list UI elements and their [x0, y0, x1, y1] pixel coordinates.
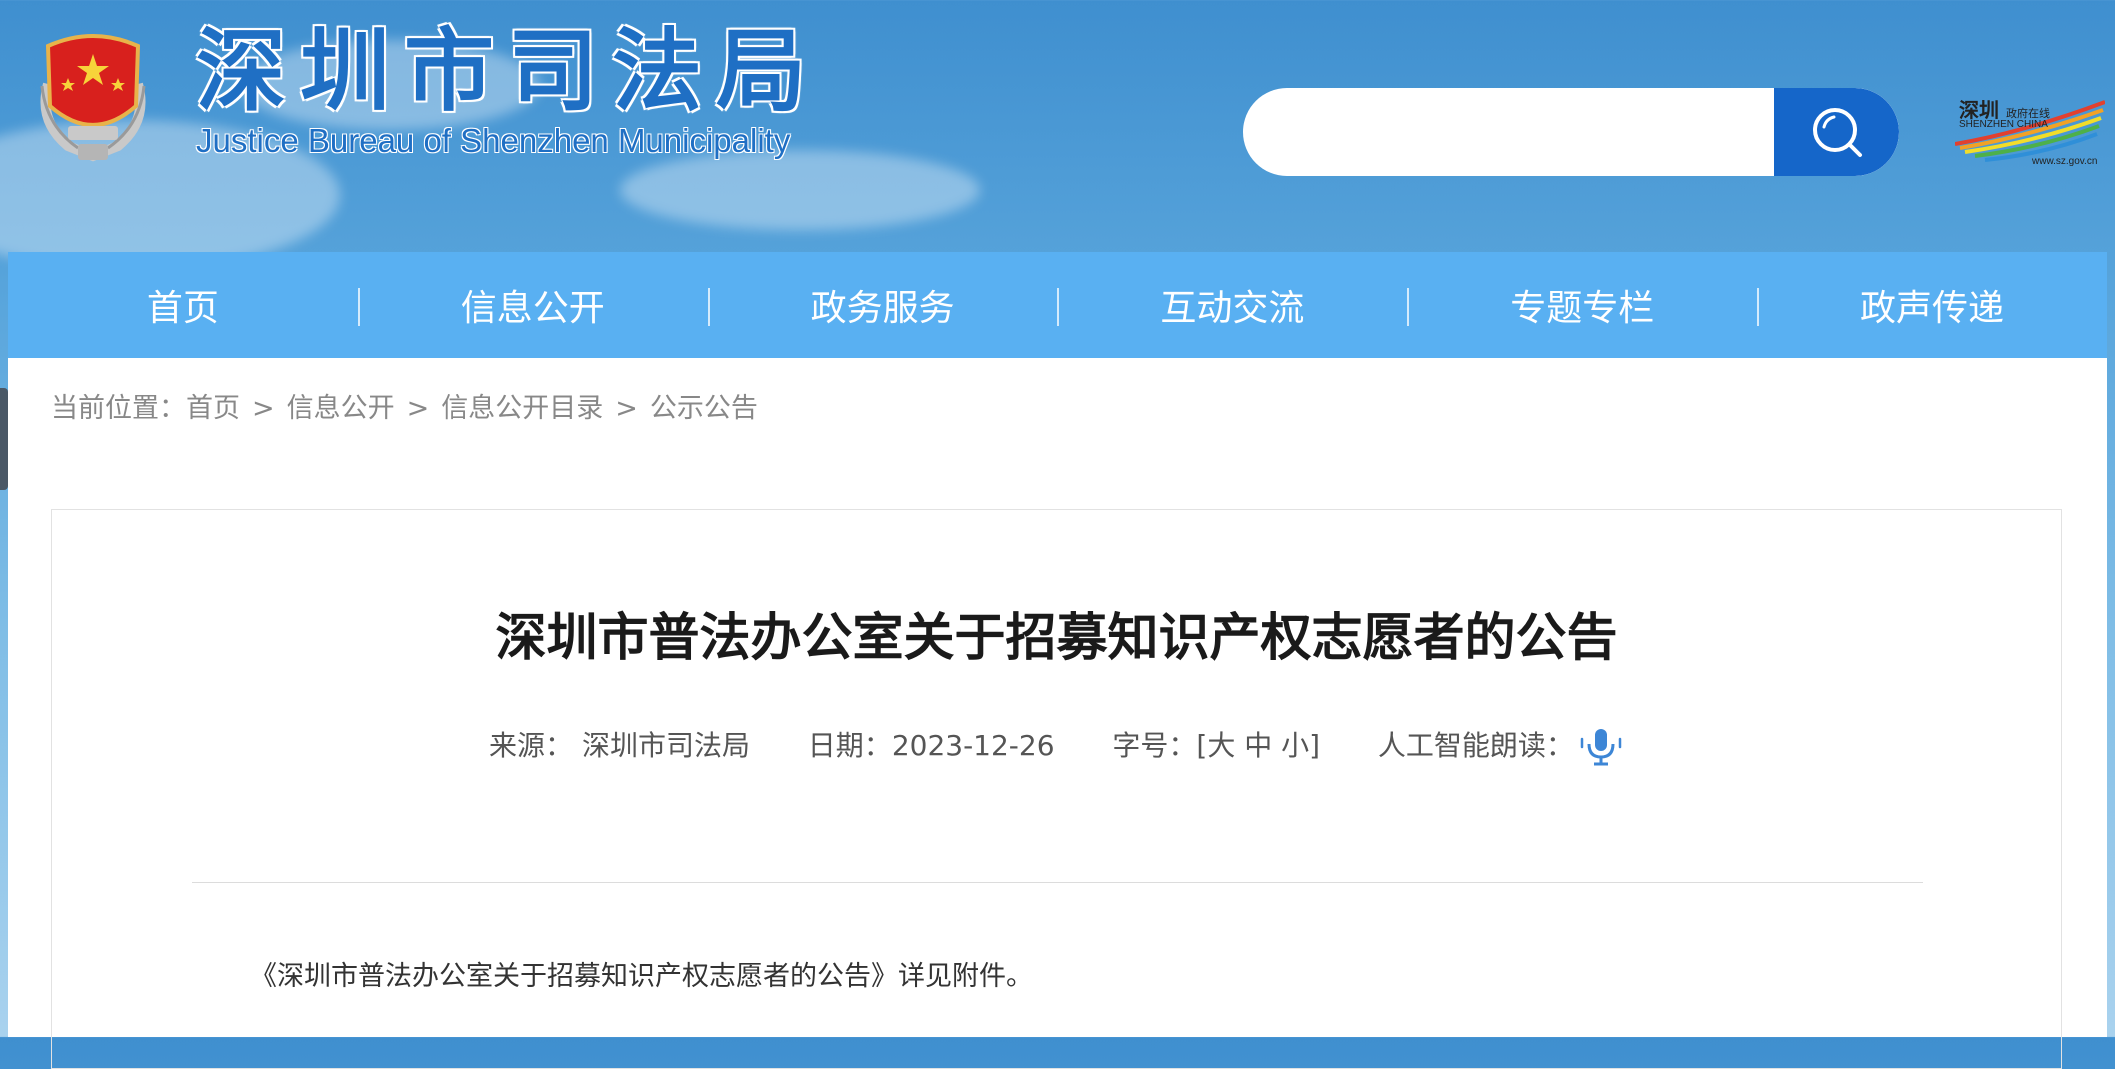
breadcrumb-info-disclosure[interactable]: 信息公开: [287, 393, 395, 424]
title-divider: [192, 882, 1923, 883]
microphone-icon[interactable]: [1578, 727, 1624, 767]
breadcrumb-separator: >: [406, 393, 430, 424]
main-content: 当前位置：首页 > 信息公开 > 信息公开目录 > 公示公告 深圳市普法办公室关于招募知识产…: [8, 358, 2107, 1069]
font-size-small-button[interactable]: 小: [1281, 729, 1309, 762]
font-size-large-button[interactable]: 大: [1207, 729, 1235, 762]
side-float-tab[interactable]: [0, 388, 8, 490]
date-label: 日期：: [807, 729, 892, 762]
tts-label: 人工智能朗读：: [1377, 729, 1574, 762]
search-button[interactable]: [1774, 88, 1899, 176]
source-value: 深圳市司法局: [581, 729, 750, 762]
breadcrumb: 当前位置：首页 > 信息公开 > 信息公开目录 > 公示公告: [51, 386, 758, 425]
breadcrumb-announcements[interactable]: 公示公告: [650, 393, 758, 424]
bracket-open: [: [1196, 729, 1208, 762]
breadcrumb-home[interactable]: 首页: [186, 393, 240, 424]
main-nav: 首页 信息公开 政务服务 互动交流 专题专栏 政声传递: [8, 252, 2107, 358]
article-meta: 来源： 深圳市司法局 日期：2023-12-26 字号：[大 中 小] 人工智能…: [52, 724, 2061, 767]
article-body: 《深圳市普法办公室关于招募知识产权志愿者的公告》详见附件。: [250, 961, 1033, 992]
nav-item-special-topics[interactable]: 专题专栏: [1407, 252, 1757, 358]
site-title-en: Justice Bureau of Shenzhen Municipality: [196, 122, 791, 159]
breadcrumb-separator: >: [252, 393, 275, 424]
search-icon: [1812, 108, 1862, 157]
source-label: 来源：: [489, 729, 574, 762]
article-container: 深圳市普法办公室关于招募知识产权志愿者的公告 来源： 深圳市司法局 日期：202…: [51, 509, 2062, 1069]
sz-logo-url: www.sz.gov.cn: [2032, 156, 2098, 167]
nav-item-interaction[interactable]: 互动交流: [1057, 252, 1407, 358]
breadcrumb-separator: >: [615, 393, 638, 424]
search-input[interactable]: [1243, 88, 1773, 176]
nav-item-info-disclosure[interactable]: 信息公开: [357, 252, 708, 358]
justice-emblem-icon: [40, 34, 146, 162]
site-header: 深圳市司法局 Justice Bureau of Shenzhen Munici…: [0, 0, 2115, 252]
nav-item-gov-services[interactable]: 政务服务: [707, 252, 1058, 358]
site-title-cn: 深圳市司法局: [196, 19, 820, 124]
bracket-close: ]: [1309, 729, 1321, 762]
breadcrumb-info-catalog[interactable]: 信息公开目录: [441, 393, 603, 424]
sz-logo-en: SHENZHEN CHINA: [1959, 119, 2048, 130]
search-bar: [1243, 88, 1899, 176]
nav-item-home[interactable]: 首页: [8, 252, 358, 358]
breadcrumb-label: 当前位置：: [51, 393, 186, 424]
article-title: 深圳市普法办公室关于招募知识产权志愿者的公告: [495, 609, 1618, 668]
date-value: 2023-12-26: [891, 729, 1055, 762]
font-size-label: 字号：: [1112, 729, 1197, 762]
nav-item-policy-voice[interactable]: 政声传递: [1757, 252, 2107, 358]
font-size-medium-button[interactable]: 中: [1244, 729, 1272, 762]
shenzhen-gov-online-logo[interactable]: 深圳 政府在线 SHENZHEN CHINA www.sz.gov.cn: [1955, 92, 2105, 172]
